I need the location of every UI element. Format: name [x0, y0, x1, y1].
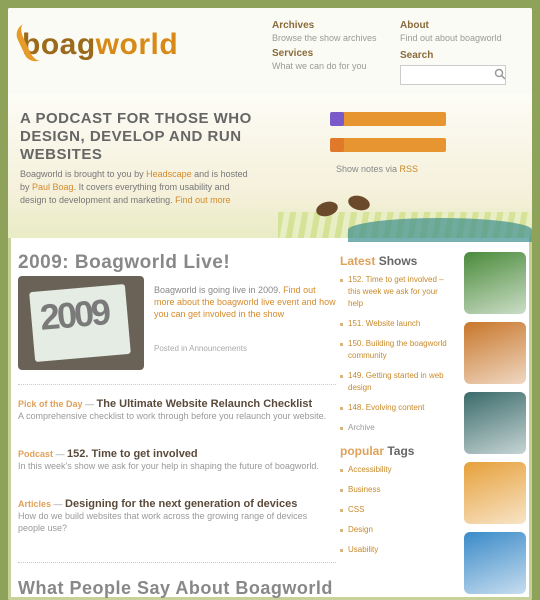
hero-decoration-bugs — [312, 193, 372, 219]
nav-services-title: Services — [272, 48, 314, 59]
popular-tags-heading-a: popular — [340, 444, 384, 458]
featured-text: Boagworld is going live in 2009. Find ou… — [154, 284, 338, 320]
search-icon[interactable] — [494, 68, 506, 80]
tag-item[interactable]: Usability — [340, 544, 450, 556]
latest-show-item[interactable]: 148. Evolving content — [340, 402, 450, 414]
post-excerpt: In this week's show we ask for your help… — [18, 461, 319, 471]
sidebar: Latest Shows 152. Time to get involved –… — [340, 244, 450, 564]
featured-intro: Boagworld is going live in 2009. — [154, 285, 281, 295]
show-notes-prefix: Show notes via — [336, 164, 400, 174]
archive-link[interactable]: Archive — [340, 422, 450, 434]
post-excerpt: A comprehensive checklist to work throug… — [18, 411, 327, 421]
latest-shows-heading-b: Shows — [378, 254, 418, 268]
post-item: Pick of the Day — The Ultimate Website R… — [18, 398, 336, 422]
latest-show-item[interactable]: 151. Website launch — [340, 318, 450, 330]
show-notes-text: Show notes via RSS — [336, 164, 418, 174]
latest-show-item[interactable]: 150. Building the boagworld community — [340, 338, 450, 362]
tag-item[interactable]: Design — [340, 524, 450, 536]
post-excerpt: How do we build websites that work acros… — [18, 511, 308, 533]
search-label: Search — [400, 50, 434, 61]
divider — [18, 384, 336, 385]
nav-about-sub: Find out about boagworld — [400, 33, 502, 43]
bug-icon — [314, 199, 340, 219]
nav-about-title: About — [400, 20, 429, 31]
post-title[interactable]: Designing for the next generation of dev… — [65, 498, 297, 510]
post-item: Articles — Designing for the next genera… — [18, 498, 336, 534]
featured-image-text: 2009 — [38, 291, 110, 338]
latest-show-item[interactable]: 152. Time to get involved – this week we… — [340, 274, 450, 310]
paul-boag-link[interactable]: Paul Boag — [32, 182, 74, 192]
ad-2[interactable] — [464, 322, 526, 384]
testimonials-title: What People Say About Boagworld — [18, 578, 333, 598]
hero-description: Boagworld is brought to you by Headscape… — [20, 168, 250, 207]
popular-tags-heading-b: Tags — [387, 444, 415, 458]
popular-tags-list: Accessibility Business CSS Design Usabil… — [340, 464, 450, 556]
nav-services[interactable]: Services What we can do for you — [272, 48, 367, 71]
rss-icon — [330, 138, 344, 152]
nav-archives[interactable]: Archives Browse the show archives — [272, 20, 377, 43]
hero-decoration-curve — [348, 218, 532, 242]
itunes-icon — [330, 112, 344, 126]
subscribe-itunes-button[interactable] — [330, 112, 446, 126]
ad-3[interactable] — [464, 392, 526, 454]
post-category[interactable]: Articles — [18, 499, 51, 509]
latest-show-item[interactable]: 149. Getting started in web design — [340, 370, 450, 394]
logo[interactable]: boagworld — [12, 18, 179, 66]
tag-item[interactable]: Accessibility — [340, 464, 450, 476]
hero-desc-a: Boagworld is brought to you by — [20, 169, 147, 179]
featured-image[interactable]: 2009 — [18, 276, 144, 370]
latest-shows-heading-a: Latest — [340, 254, 376, 268]
ad-4[interactable] — [464, 462, 526, 524]
tag-item[interactable]: Business — [340, 484, 450, 496]
nav-archives-title: Archives — [272, 20, 315, 31]
nav-about[interactable]: About Find out about boagworld — [400, 20, 502, 43]
tag-item[interactable]: CSS — [340, 504, 450, 516]
show-notes-rss-link[interactable]: RSS — [400, 164, 419, 174]
post-item: Podcast — 152. Time to get involved In t… — [18, 448, 336, 472]
headscape-link[interactable]: Headscape — [146, 169, 192, 179]
nav-archives-sub: Browse the show archives — [272, 33, 377, 43]
ad-1[interactable] — [464, 252, 526, 314]
hero-title: A PODCAST FOR THOSE WHO DESIGN, DEVELOP … — [20, 110, 252, 163]
popular-tags-heading: popular Tags — [340, 444, 450, 458]
post-separator: — — [51, 499, 66, 509]
featured-meta: Posted in Announcements — [154, 344, 247, 353]
nav-services-sub: What we can do for you — [272, 61, 367, 71]
post-title[interactable]: The Ultimate Website Relaunch Checklist — [97, 398, 313, 410]
post-separator: — — [53, 449, 68, 459]
post-category[interactable]: Pick of the Day — [18, 399, 83, 409]
ad-5[interactable] — [464, 532, 526, 594]
divider — [18, 562, 336, 563]
search-input[interactable] — [400, 65, 506, 85]
post-separator: — — [82, 399, 97, 409]
latest-shows-list: 152. Time to get involved – this week we… — [340, 274, 450, 434]
latest-shows-heading: Latest Shows — [340, 254, 450, 268]
subscribe-rss-button[interactable] — [330, 138, 446, 152]
header: boagworld Archives Browse the show archi… — [8, 8, 532, 95]
bug-icon — [346, 193, 372, 213]
hero: A PODCAST FOR THOSE WHO DESIGN, DEVELOP … — [8, 94, 532, 242]
post-category[interactable]: Podcast — [18, 449, 53, 459]
ads-column — [464, 252, 526, 600]
logo-part-2: world — [95, 28, 179, 61]
main-column: 2009: Boagworld Live! 2009 Boagworld is … — [18, 244, 336, 598]
page: boagworld Archives Browse the show archi… — [8, 8, 532, 600]
main-title: 2009: Boagworld Live! — [18, 252, 231, 273]
post-title[interactable]: 152. Time to get involved — [67, 448, 198, 460]
find-out-more-link[interactable]: Find out more — [175, 195, 231, 205]
